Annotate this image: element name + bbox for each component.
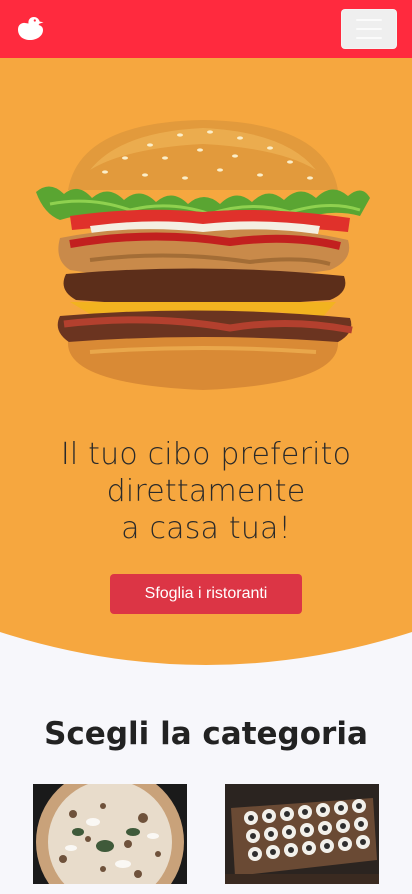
- home-logo-link[interactable]: [15, 13, 47, 45]
- hero-title-line: a casa tua!: [121, 511, 291, 546]
- hamburger-menu-icon: [356, 28, 382, 30]
- hamburger-menu-icon: [356, 37, 382, 39]
- hero-title: Il tuo cibo preferito direttamente a cas…: [0, 436, 412, 547]
- hamburger-menu-icon: [356, 19, 382, 21]
- category-card-pizza[interactable]: [33, 784, 187, 884]
- burger-image: [36, 120, 370, 390]
- navbar: [0, 0, 412, 58]
- duck-logo-icon: [18, 17, 44, 40]
- pizza-image: [33, 784, 187, 884]
- categories-title: Scegli la categoria: [44, 716, 368, 752]
- menu-toggle-button[interactable]: [341, 9, 397, 49]
- browse-restaurants-button[interactable]: Sfoglia i ristoranti: [110, 574, 302, 614]
- hero-section: Il tuo cibo preferito direttamente a cas…: [0, 58, 412, 670]
- sushi-image: [225, 784, 379, 884]
- hero-title-line: Il tuo cibo preferito: [60, 437, 352, 472]
- category-card-sushi[interactable]: [225, 784, 379, 884]
- hero-title-line: direttamente: [106, 474, 306, 509]
